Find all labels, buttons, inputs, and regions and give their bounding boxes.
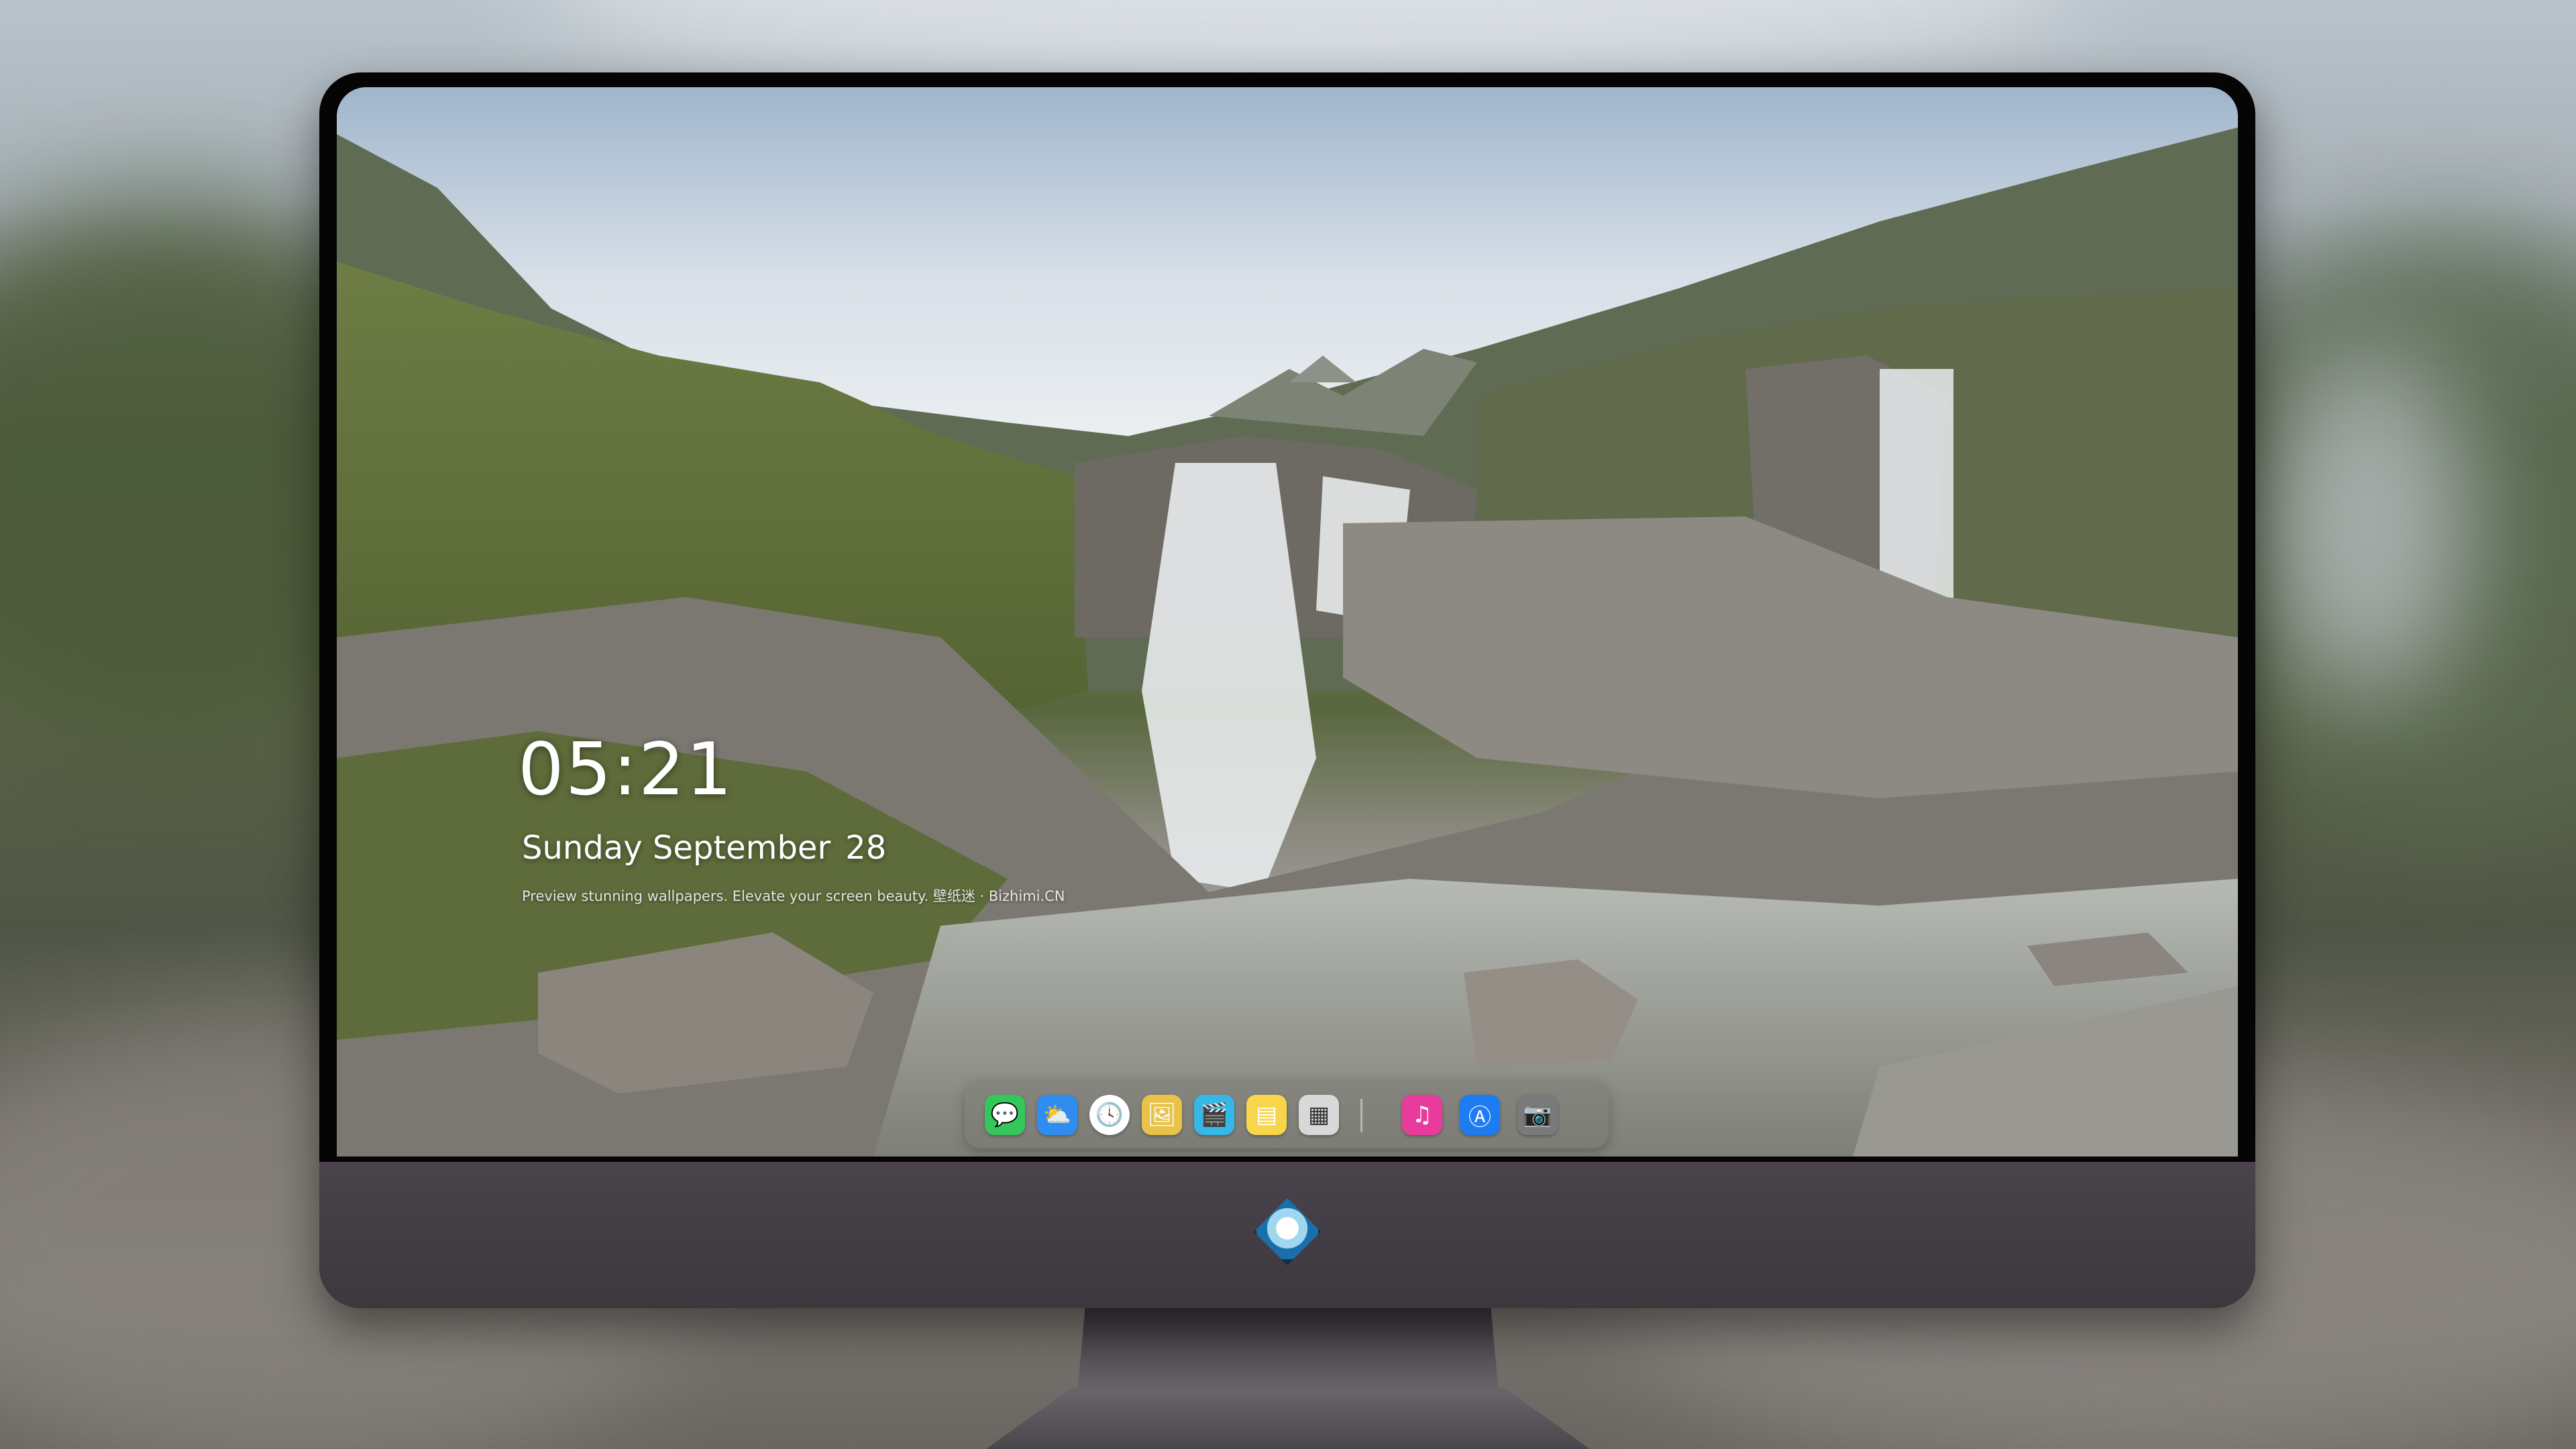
notes-dock-button[interactable]: ▤ (1246, 1095, 1287, 1135)
clock-icon: 🕓 (1095, 1102, 1124, 1128)
wallpaper-waterfall (337, 87, 2238, 1157)
date-day: 28 (845, 829, 887, 867)
lock-screen-date: Sunday September 28 (522, 829, 886, 867)
desktop-scene: 05:21 Sunday September 28 Preview stunnin… (0, 0, 2576, 1449)
brand-logo-icon (1254, 1198, 1321, 1265)
monitor-stand-base (986, 1389, 1590, 1449)
clock-dock-button[interactable]: 🕓 (1089, 1095, 1130, 1135)
preview-dock-button[interactable]: 🖼 (1142, 1095, 1182, 1135)
camera-dock-button[interactable]: 📷 (1517, 1095, 1558, 1135)
weather-dock-button[interactable]: ⛅ (1037, 1095, 1077, 1135)
app-store-dock-button[interactable]: Ⓐ (1460, 1095, 1500, 1135)
photo-viewer-icon: 🖼 (1147, 1102, 1177, 1128)
photo-stack-icon: ▦ (1307, 1102, 1330, 1128)
wallpaper-credit: Preview stunning wallpapers. Elevate you… (522, 888, 1065, 904)
app-store-icon: Ⓐ (1468, 1104, 1491, 1131)
monitor-stand-neck (1077, 1307, 1499, 1401)
date-weekday-month: Sunday September (522, 829, 831, 867)
speech-bubble-icon: 💬 (990, 1102, 1020, 1128)
monitor: 05:21 Sunday September 28 Preview stunnin… (319, 72, 2255, 1308)
blurred-background-waterfall (2267, 349, 2469, 698)
lock-screen[interactable]: 05:21 Sunday September 28 Preview stunnin… (337, 87, 2238, 1157)
video-dock-button[interactable]: 🎬 (1194, 1095, 1234, 1135)
dock: 💬 ⛅ 🕓 🖼 🎬 ▤ ▦ ♫ Ⓐ 📷 (965, 1081, 1609, 1148)
clapperboard-icon: 🎬 (1199, 1102, 1229, 1128)
photo-booth-dock-button[interactable]: ▦ (1299, 1095, 1339, 1135)
cloud-sun-icon: ⛅ (1042, 1102, 1072, 1128)
note-icon: ▤ (1255, 1102, 1278, 1128)
music-note-icon: ♫ (1411, 1102, 1433, 1128)
lock-screen-clock: 05:21 (518, 728, 734, 812)
monitor-chin (319, 1162, 2255, 1308)
music-dock-button[interactable]: ♫ (1402, 1095, 1442, 1135)
messages-dock-button[interactable]: 💬 (985, 1095, 1025, 1135)
camera-icon: 📷 (1523, 1102, 1552, 1128)
dock-separator (1360, 1099, 1362, 1132)
